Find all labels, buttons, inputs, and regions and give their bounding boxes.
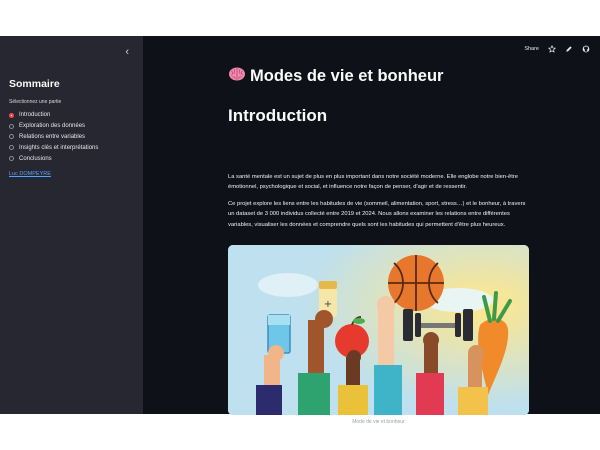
radio-item-introduction[interactable]: Introduction	[9, 110, 98, 121]
main-content: Share Modes de vie et bonheur Introducti…	[143, 36, 600, 425]
radio-unselected-icon	[9, 134, 14, 140]
page-title: Modes de vie et bonheur	[228, 66, 529, 87]
app-window: ‹ Sommaire Sélectionnez une partie Intro…	[0, 36, 600, 425]
collapse-sidebar-icon[interactable]: ‹	[125, 46, 129, 58]
author-link[interactable]: Luc DOMPEYRE	[9, 171, 51, 177]
brain-icon	[228, 66, 246, 87]
radio-unselected-icon	[9, 123, 14, 129]
radio-item-label: Exploration des données	[19, 123, 86, 130]
radio-item-insights[interactable]: Insights clés et interprétations	[9, 142, 98, 153]
sidebar: ‹ Sommaire Sélectionnez une partie Intro…	[0, 36, 143, 414]
radio-item-exploration[interactable]: Exploration des données	[9, 121, 98, 132]
image-caption: Mode de vie et bonheur	[352, 419, 405, 425]
radio-item-relations[interactable]: Relations entre variables	[9, 132, 98, 143]
star-icon[interactable]	[548, 45, 556, 53]
radio-selected-icon	[9, 112, 14, 118]
section-heading: Introduction	[228, 106, 328, 125]
radio-group-label: Sélectionnez une partie	[9, 99, 62, 105]
intro-paragraph-1: La santé mentale est un sujet de plus en…	[228, 173, 519, 191]
intro-paragraph-2: Ce projet explore les liens entre les ha…	[228, 200, 526, 228]
hero-illustration: +	[228, 245, 529, 415]
content-column: Modes de vie et bonheur Introduction La …	[228, 66, 529, 425]
svg-text:+: +	[324, 299, 332, 310]
radio-unselected-icon	[9, 156, 14, 162]
radio-item-label: Introduction	[19, 112, 51, 119]
share-button[interactable]: Share	[524, 46, 539, 52]
section-radio-group: Introduction Exploration des données Rel…	[9, 110, 98, 164]
radio-unselected-icon	[9, 145, 14, 151]
edit-icon[interactable]	[565, 45, 573, 53]
top-toolbar: Share	[524, 45, 590, 53]
page-title-text: Modes de vie et bonheur	[250, 67, 444, 85]
radio-item-conclusions[interactable]: Conclusions	[9, 153, 98, 164]
radio-item-label: Insights clés et interprétations	[19, 144, 99, 151]
sidebar-title: Sommaire	[9, 78, 60, 90]
radio-item-label: Relations entre variables	[19, 133, 86, 140]
github-icon[interactable]	[582, 45, 590, 53]
radio-item-label: Conclusions	[19, 155, 52, 162]
